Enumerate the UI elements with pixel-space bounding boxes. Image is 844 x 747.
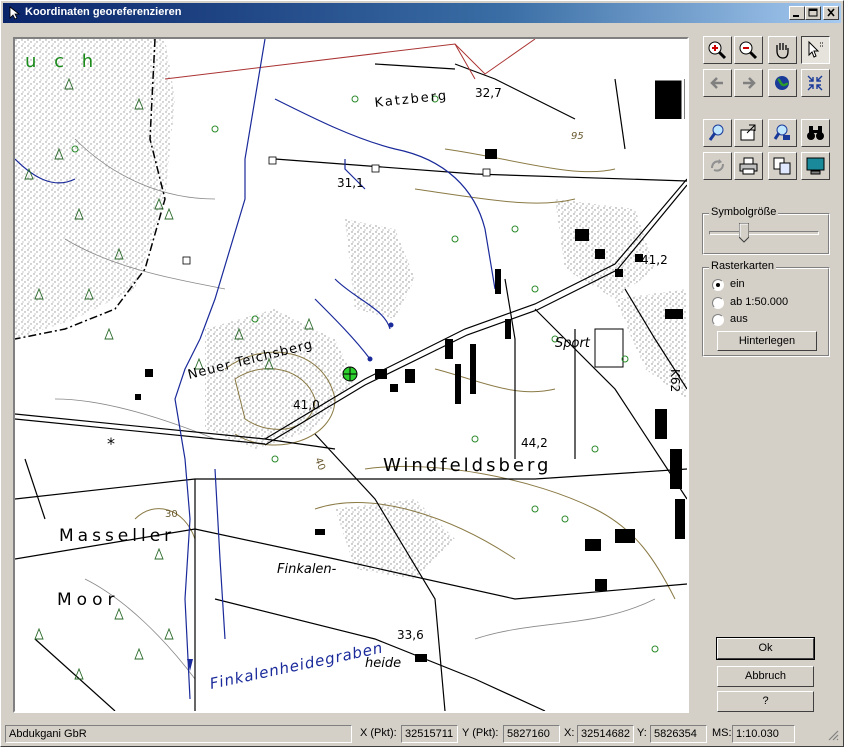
refresh-icon <box>711 159 724 172</box>
minimize-button[interactable] <box>789 6 805 20</box>
map-label-elev-311: 31,1 <box>337 176 364 190</box>
zoom-search-button[interactable] <box>703 119 732 147</box>
radio-ein-dot[interactable] <box>712 279 724 291</box>
map-label-elev-442: 44,2 <box>521 436 548 450</box>
resize-grip-icon[interactable] <box>827 729 839 741</box>
status-y-pkt-value: 5827160 <box>503 725 560 743</box>
binoculars-button[interactable] <box>801 119 830 147</box>
radio-ab-50000-dot[interactable] <box>712 297 724 309</box>
map-label-windfeldsberg: Windfeldsberg <box>383 455 551 476</box>
map-label-elev-327: 32,7 <box>475 86 502 100</box>
radio-ein-label: ein <box>730 278 745 290</box>
pan-button[interactable] <box>768 36 797 64</box>
status-x-pkt-label: X (Pkt): <box>360 727 397 739</box>
map-label-moor: Moor <box>57 590 119 610</box>
status-x-label: X: <box>564 727 575 739</box>
close-button[interactable] <box>823 6 839 20</box>
map-label-road-k62: K62 <box>668 369 682 392</box>
fit-extent-icon <box>807 75 823 91</box>
open-map-button[interactable] <box>734 119 763 147</box>
maximize-button[interactable] <box>805 6 821 20</box>
topographic-map[interactable]: * Katzberg 32,7 31,1 41,2 Neuer Teichsbe… <box>15 39 687 711</box>
forward-arrow-icon <box>743 77 756 89</box>
symbol-size-track <box>709 231 819 235</box>
georef-point-marker[interactable] <box>342 366 358 382</box>
status-ms-value: 1:10.030 <box>732 725 795 743</box>
zoom-out-icon <box>739 41 758 60</box>
select-pointer-button[interactable] <box>801 36 830 64</box>
print-icon <box>739 157 758 175</box>
back-button[interactable] <box>703 69 732 97</box>
symbol-size-slider-thumb[interactable] <box>738 222 750 243</box>
cancel-button[interactable]: Abbruch <box>717 666 814 687</box>
pan-hand-icon <box>776 43 789 59</box>
status-company: Abdukgani GbR <box>5 725 352 743</box>
zoom-in-icon <box>708 41 727 60</box>
status-y-label: Y: <box>637 727 647 739</box>
zoom-out-button[interactable] <box>734 36 763 64</box>
fit-extent-button[interactable] <box>801 69 830 97</box>
copy-icon <box>773 157 791 175</box>
maximize-icon <box>808 8 818 17</box>
full-extent-button[interactable] <box>768 69 797 97</box>
status-y-pkt-label: Y (Pkt): <box>462 727 499 739</box>
map-label-masseller: Masseller <box>59 526 175 546</box>
close-icon <box>827 8 835 17</box>
rasterkarten-group: Rasterkarten ein ab 1:50.000 aus Hinterl… <box>702 260 830 357</box>
monitor-button[interactable] <box>801 152 830 180</box>
map-canvas[interactable]: * Katzberg 32,7 31,1 41,2 Neuer Teichsbe… <box>13 37 689 713</box>
globe-icon <box>775 76 789 90</box>
map-label-sport: Sport <box>555 336 591 351</box>
forward-button[interactable] <box>734 69 763 97</box>
status-x-value: 32514682 <box>577 725 634 743</box>
georef-window: Koordinaten georeferenzieren * Katzberg … <box>0 0 844 747</box>
print-button[interactable] <box>734 152 763 180</box>
refresh-button[interactable] <box>703 152 732 180</box>
pointer-select-icon <box>808 40 824 58</box>
map-label-contour-95: 95 <box>571 131 584 142</box>
svg-text:*: * <box>107 434 115 453</box>
status-y-value: 5826354 <box>650 725 707 743</box>
zoom-in-button[interactable] <box>703 36 732 64</box>
radio-ab-50000-label: ab 1:50.000 <box>730 296 789 308</box>
help-button[interactable]: ? <box>717 691 814 712</box>
zoom-search-icon <box>708 124 724 141</box>
window-title: Koordinaten georeferenzieren <box>25 6 182 18</box>
open-map-icon <box>740 124 756 141</box>
map-label-uch: u c h <box>25 51 99 72</box>
hinterlegen-button[interactable]: Hinterlegen <box>717 331 817 351</box>
status-x-pkt-value: 32515711 <box>401 725 458 743</box>
map-label-elev-410: 41,0 <box>293 398 320 412</box>
status-bar: Abdukgani GbR X (Pkt): 32515711 Y (Pkt):… <box>3 723 841 744</box>
title-bar[interactable]: Koordinaten georeferenzieren <box>3 3 841 23</box>
minimize-icon <box>793 15 799 17</box>
ok-button[interactable]: Ok <box>716 637 815 660</box>
symbol-size-group: Symbolgröße <box>702 206 830 255</box>
copy-button[interactable] <box>768 152 797 180</box>
map-label-elev-412: 41,2 <box>641 253 668 267</box>
status-ms-label: MS: <box>712 727 732 739</box>
find-button[interactable] <box>768 119 797 147</box>
radio-aus-dot[interactable] <box>712 314 724 326</box>
map-label-contour-30: 30 <box>165 509 178 520</box>
rasterkarten-label: Rasterkarten <box>709 260 776 272</box>
monitor-icon <box>806 157 825 175</box>
back-arrow-icon <box>710 77 723 89</box>
symbol-size-label: Symbolgröße <box>709 206 779 218</box>
radio-aus-label: aus <box>730 313 748 325</box>
map-label-finkalen: Finkalen- <box>277 562 337 577</box>
find-icon <box>773 124 790 140</box>
cursor-app-icon <box>9 6 21 20</box>
binoculars-icon <box>807 126 824 140</box>
map-label-elev-336: 33,6 <box>397 628 424 642</box>
